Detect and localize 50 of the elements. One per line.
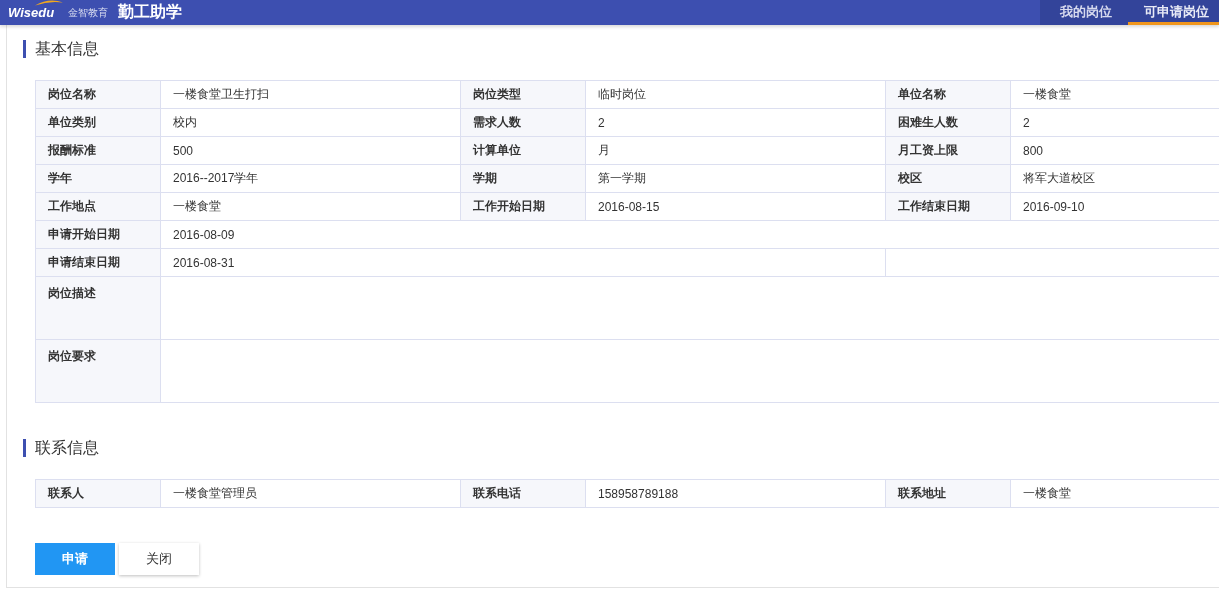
field-value: 2016-08-31 (160, 248, 886, 277)
field-label: 工作开始日期 (460, 192, 586, 221)
field-value: 2016-08-15 (585, 192, 886, 221)
field-value: 将军大道校区 (1010, 164, 1219, 193)
field-label: 计算单位 (460, 136, 586, 165)
field-label: 工作结束日期 (885, 192, 1011, 221)
field-value: 临时岗位 (585, 80, 886, 109)
field-label: 岗位类型 (460, 80, 586, 109)
field-label: 岗位描述 (35, 276, 161, 340)
field-label: 需求人数 (460, 108, 586, 137)
field-label: 申请结束日期 (35, 248, 161, 277)
field-label: 工作地点 (35, 192, 161, 221)
field-value: 500 (160, 136, 461, 165)
close-button[interactable]: 关闭 (119, 543, 199, 575)
field-value: 2 (1010, 108, 1219, 137)
field-value: 2016-08-09 (160, 220, 1219, 249)
field-value: 2 (585, 108, 886, 137)
field-label: 岗位名称 (35, 80, 161, 109)
field-label: 联系地址 (885, 479, 1011, 508)
field-label: 联系电话 (460, 479, 586, 508)
nav-tab[interactable]: 我的岗位 (1052, 0, 1120, 25)
field-label: 申请开始日期 (35, 220, 161, 249)
field-label: 困难生人数 (885, 108, 1011, 137)
field-label: 联系人 (35, 479, 161, 508)
field-label: 学年 (35, 164, 161, 193)
section-title: 基本信息 (23, 40, 1219, 58)
field-value: 月 (585, 136, 886, 165)
field-label: 单位名称 (885, 80, 1011, 109)
field-value: 一楼食堂 (1010, 479, 1219, 508)
field-value: 一楼食堂 (1010, 80, 1219, 109)
field-value: 一楼食堂管理员 (160, 479, 461, 508)
field-value: 800 (1010, 136, 1219, 165)
field-value: 一楼食堂卫生打扫 (160, 80, 461, 109)
field-value: 一楼食堂 (160, 192, 461, 221)
field-value: 2016--2017学年 (160, 164, 461, 193)
field-value: 校内 (160, 108, 461, 137)
field-label: 校区 (885, 164, 1011, 193)
nav-tab[interactable]: 可申请岗位 (1128, 0, 1219, 25)
app-title: 勤工助学 (118, 2, 183, 22)
field-value: 第一学期 (585, 164, 886, 193)
field-label: 月工资上限 (885, 136, 1011, 165)
field-label: 学期 (460, 164, 586, 193)
field-label: 岗位要求 (35, 339, 161, 403)
section-title: 联系信息 (23, 439, 1219, 457)
logo-text: Wisedu (8, 5, 57, 20)
logo-subtext: 金智教育 (68, 5, 109, 20)
field-label: 报酬标准 (35, 136, 161, 165)
field-value: 2016-09-10 (1010, 192, 1219, 221)
field-value: 158958789188 (585, 479, 886, 508)
field-label: 单位类别 (35, 108, 161, 137)
